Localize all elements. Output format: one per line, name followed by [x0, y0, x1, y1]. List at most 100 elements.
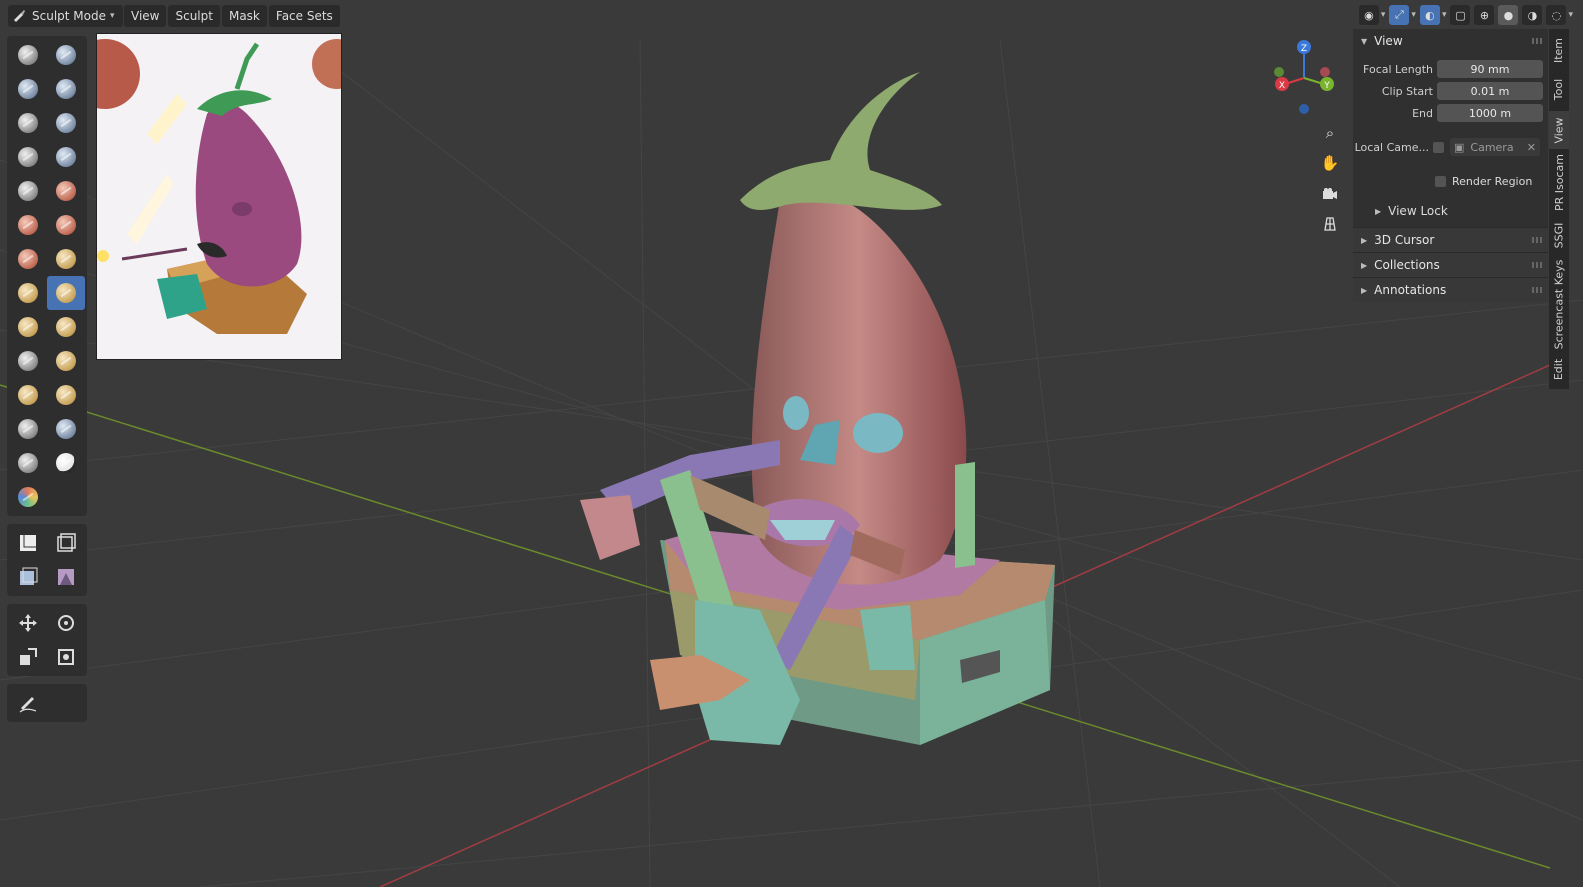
zoom-icon[interactable]: ⌕ [1318, 121, 1342, 145]
box-hide-icon[interactable] [47, 526, 85, 560]
solid-shading-icon[interactable]: ● [1498, 5, 1519, 25]
cloth-brush-icon[interactable] [9, 446, 47, 480]
rotate-icon[interactable] [47, 606, 85, 640]
sidebar-view-panel: ▼ View Focal Length 90 mm Clip Start 0.0… [1353, 29, 1548, 302]
panel-3d-cursor[interactable]: ▶ 3D Cursor [1353, 227, 1548, 252]
sidebar-tabs: Item Tool View PR Isocam SSGI Screencast… [1549, 29, 1569, 389]
wireframe-shading-icon[interactable]: ⊕ [1474, 5, 1495, 25]
tab-tool[interactable]: Tool [1549, 71, 1569, 107]
visibility-eye-icon[interactable]: ◉ [1358, 5, 1379, 25]
transform-icon[interactable] [47, 640, 85, 674]
clip-start-field[interactable]: 0.01 m [1437, 82, 1543, 100]
local-camera-row: Local Came... ▣ Camera ✕ [1353, 137, 1548, 157]
slide-relax-brush-icon[interactable] [9, 412, 47, 446]
panel-view-header[interactable]: ▼ View [1353, 29, 1548, 53]
tab-label: Tool [1552, 78, 1566, 100]
tab-pr-isocam[interactable]: PR Isocam [1549, 153, 1569, 211]
menu-sculpt[interactable]: Sculpt [168, 5, 220, 27]
navigation-gizmo[interactable]: Z Y X [1270, 40, 1340, 116]
tab-label: PR Isocam [1552, 153, 1566, 211]
camera-object-field[interactable]: ▣ Camera ✕ [1450, 138, 1540, 156]
local-camera-checkbox[interactable] [1433, 141, 1444, 153]
view-lock-label: View Lock [1388, 204, 1448, 218]
panel-collections[interactable]: ▶ Collections [1353, 252, 1548, 277]
draw-sharp-brush-icon[interactable] [47, 38, 85, 72]
tab-label: View [1552, 116, 1566, 144]
clay-thumb-brush-icon[interactable] [9, 106, 47, 140]
fill-brush-icon[interactable] [47, 208, 85, 242]
menu-view[interactable]: View [124, 5, 167, 27]
crease-brush-icon[interactable] [9, 174, 47, 208]
inflate-brush-icon[interactable] [9, 140, 47, 174]
chevron-down-icon: ▼ [1361, 36, 1368, 46]
drag-handle-icon[interactable] [1532, 287, 1542, 293]
snake-hook-brush-icon[interactable] [47, 310, 85, 344]
focal-length-field[interactable]: 90 mm [1437, 60, 1543, 78]
render-region-label: Render Region [1452, 174, 1533, 188]
layer-brush-icon[interactable] [47, 106, 85, 140]
menu-mask[interactable]: Mask [221, 5, 267, 27]
render-region-checkbox[interactable] [1435, 175, 1446, 187]
boundary-brush-icon[interactable] [47, 412, 85, 446]
close-icon[interactable]: ✕ [1527, 141, 1536, 154]
rendered-shading-icon[interactable]: ◌ [1546, 5, 1567, 25]
nudge-brush-icon[interactable] [9, 378, 47, 412]
chevron-down-icon[interactable]: ▾ [1568, 10, 1573, 20]
header-menu: View Sculpt Mask Face Sets [124, 5, 340, 27]
mask-brush-icon[interactable] [9, 480, 47, 514]
blob-brush-icon[interactable] [47, 140, 85, 174]
chevron-right-icon: ▶ [1375, 206, 1382, 216]
tab-ssgi[interactable]: SSGI [1549, 215, 1569, 255]
flatten-brush-icon[interactable] [9, 208, 47, 242]
clip-end-field[interactable]: 1000 m [1437, 104, 1543, 122]
chevron-right-icon: ▶ [1361, 235, 1368, 245]
drag-handle-icon[interactable] [1532, 262, 1542, 268]
chevron-down-icon[interactable]: ▾ [1381, 10, 1386, 20]
chevron-right-icon: ▶ [1361, 260, 1368, 270]
simplify-brush-icon[interactable] [47, 446, 85, 480]
drag-handle-icon[interactable] [1532, 38, 1542, 44]
tab-edit[interactable]: Edit [1549, 353, 1569, 385]
camera-view-icon[interactable] [1318, 182, 1342, 206]
tab-item[interactable]: Item [1549, 33, 1569, 67]
menu-face-sets[interactable]: Face Sets [268, 5, 340, 27]
grab-brush-icon[interactable] [47, 276, 85, 310]
thumb-brush-icon[interactable] [9, 344, 47, 378]
clay-strips-brush-icon[interactable] [47, 72, 85, 106]
render-region-row: Render Region [1353, 171, 1548, 191]
material-preview-shading-icon[interactable]: ◑ [1522, 5, 1543, 25]
clay-brush-icon[interactable] [9, 72, 47, 106]
xray-toggle-icon[interactable]: ▢ [1450, 5, 1471, 25]
box-mask-icon[interactable] [9, 526, 47, 560]
focal-length-label: Focal Length [1363, 62, 1433, 76]
elastic-deform-brush-icon[interactable] [9, 310, 47, 344]
view-lock-subpanel[interactable]: ▶ View Lock [1353, 201, 1548, 221]
chevron-down-icon[interactable]: ▾ [1411, 10, 1416, 20]
multiplane-scrape-brush-icon[interactable] [47, 242, 85, 276]
tab-view[interactable]: View [1549, 111, 1569, 149]
draw-brush-icon[interactable] [9, 38, 47, 72]
clip-start-label: Clip Start [1381, 84, 1433, 98]
pose-brush-icon[interactable] [47, 344, 85, 378]
rotate-brush-icon[interactable] [47, 378, 85, 412]
smooth-brush-icon[interactable] [47, 174, 85, 208]
box-trim-icon[interactable] [47, 560, 85, 594]
annotate-pencil-icon[interactable] [9, 686, 47, 720]
move-icon[interactable] [9, 606, 47, 640]
reference-image[interactable] [96, 33, 342, 360]
mode-selector[interactable]: Sculpt Mode ▾ [8, 5, 123, 27]
pinch-brush-icon[interactable] [9, 276, 47, 310]
panel-annotations[interactable]: ▶ Annotations [1353, 277, 1548, 302]
overlays-icon[interactable]: ◐ [1419, 5, 1440, 25]
chevron-down-icon[interactable]: ▾ [1442, 10, 1447, 20]
ortho-grid-icon[interactable] [1318, 212, 1342, 236]
scale-icon[interactable] [9, 640, 47, 674]
box-face-set-icon[interactable] [9, 560, 47, 594]
gizmo-toggle-icon[interactable]: ⤢ [1389, 5, 1410, 25]
clip-end-label: End [1412, 106, 1433, 120]
drag-handle-icon[interactable] [1532, 237, 1542, 243]
tab-screencast-keys[interactable]: Screencast Keys [1549, 259, 1569, 349]
scrape-brush-icon[interactable] [9, 242, 47, 276]
chevron-right-icon: ▶ [1361, 285, 1368, 295]
pan-hand-icon[interactable]: ✋ [1318, 151, 1342, 175]
